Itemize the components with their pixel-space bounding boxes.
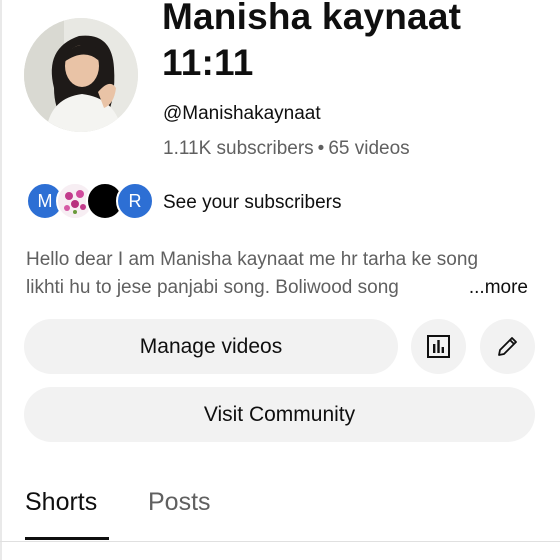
analytics-button[interactable] (411, 319, 466, 374)
analytics-icon (427, 335, 450, 358)
see-subscribers-row[interactable]: M R See your subscribers (26, 182, 546, 222)
left-edge-divider (0, 0, 2, 560)
video-count: 65 videos (328, 138, 410, 159)
channel-tabs: Shorts Posts (0, 480, 560, 542)
description-line: Hello dear I am Manisha kaynaat me hr ta… (26, 249, 479, 270)
description-line-2: likhti hu to jese panjabi song. Boliwood… (26, 274, 536, 302)
channel-description[interactable]: Hello dear I am Manisha kaynaat me hr ta… (26, 246, 536, 302)
description-fade (420, 274, 464, 302)
edit-channel-button[interactable] (480, 319, 535, 374)
tab-posts[interactable]: Posts (148, 488, 211, 517)
subscriber-avatar: R (116, 182, 154, 220)
see-subscribers-label[interactable]: See your subscribers (163, 192, 341, 214)
visit-community-button[interactable]: Visit Community (24, 387, 535, 442)
pencil-icon (498, 337, 517, 356)
subscriber-count: 1.11K subscribers (163, 138, 314, 159)
tabs-divider (0, 541, 560, 542)
active-tab-indicator (25, 537, 109, 540)
profile-photo (24, 18, 138, 132)
more-link[interactable]: ...more (464, 274, 528, 302)
channel-handle: @Manishakaynaat (163, 103, 321, 124)
description-text: likhti hu to jese panjabi song. Boliwood… (26, 277, 399, 298)
tab-shorts[interactable]: Shorts (25, 488, 97, 517)
stats-separator: • (317, 138, 325, 159)
channel-stats: 1.11K subscribers • 65 videos (163, 138, 410, 160)
manage-videos-button[interactable]: Manage videos (24, 319, 398, 374)
channel-name: Manisha kaynaat 11:11 (162, 0, 462, 83)
channel-avatar[interactable] (24, 18, 138, 132)
